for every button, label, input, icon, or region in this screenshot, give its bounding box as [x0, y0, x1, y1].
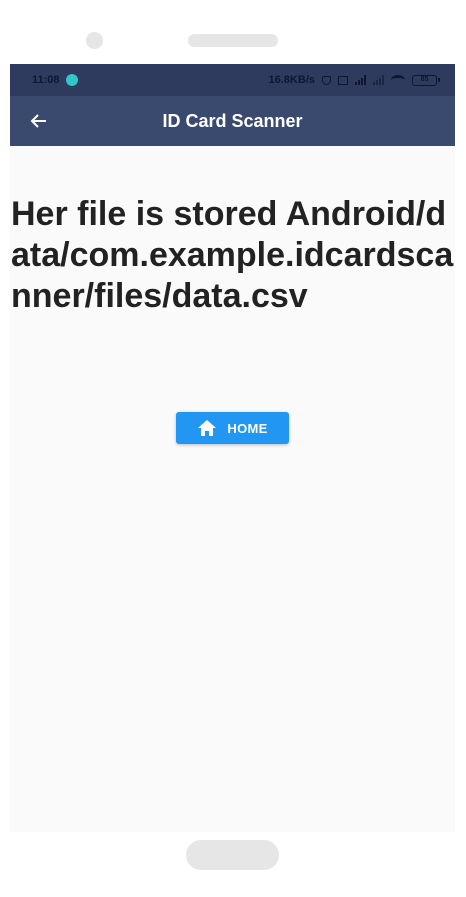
- home-icon: [198, 420, 217, 436]
- status-time: 11:08: [32, 74, 60, 86]
- app-title: ID Card Scanner: [162, 110, 303, 131]
- wifi-icon: [391, 75, 405, 85]
- battery-icon: 85: [412, 74, 440, 86]
- earpiece-speaker: [188, 34, 278, 47]
- front-camera: [86, 32, 103, 49]
- signal-icon: [355, 75, 366, 85]
- home-button[interactable]: HOME: [176, 412, 289, 444]
- status-left: 11:08: [32, 74, 78, 86]
- status-right: 16.8KB/s 85: [268, 74, 440, 86]
- signal-2-icon: [373, 75, 384, 85]
- status-bar: 11:08 16.8KB/s 85: [10, 64, 455, 96]
- arrow-left-icon: [30, 114, 46, 128]
- mute-icon: [322, 75, 331, 85]
- app-bar: ID Card Scanner: [10, 96, 455, 146]
- data-icon: [338, 75, 348, 85]
- stored-file-message: Her file is stored Android/data/com.exam…: [11, 195, 454, 315]
- phone-screen: 11:08 16.8KB/s 85 ID Card Scanner Her fi…: [10, 64, 455, 832]
- network-speed: 16.8KB/s: [268, 74, 315, 86]
- device-home-pill[interactable]: [186, 840, 279, 870]
- back-button[interactable]: [10, 96, 66, 146]
- whatsapp-notification-icon: [65, 74, 78, 86]
- home-button-label: HOME: [227, 420, 268, 436]
